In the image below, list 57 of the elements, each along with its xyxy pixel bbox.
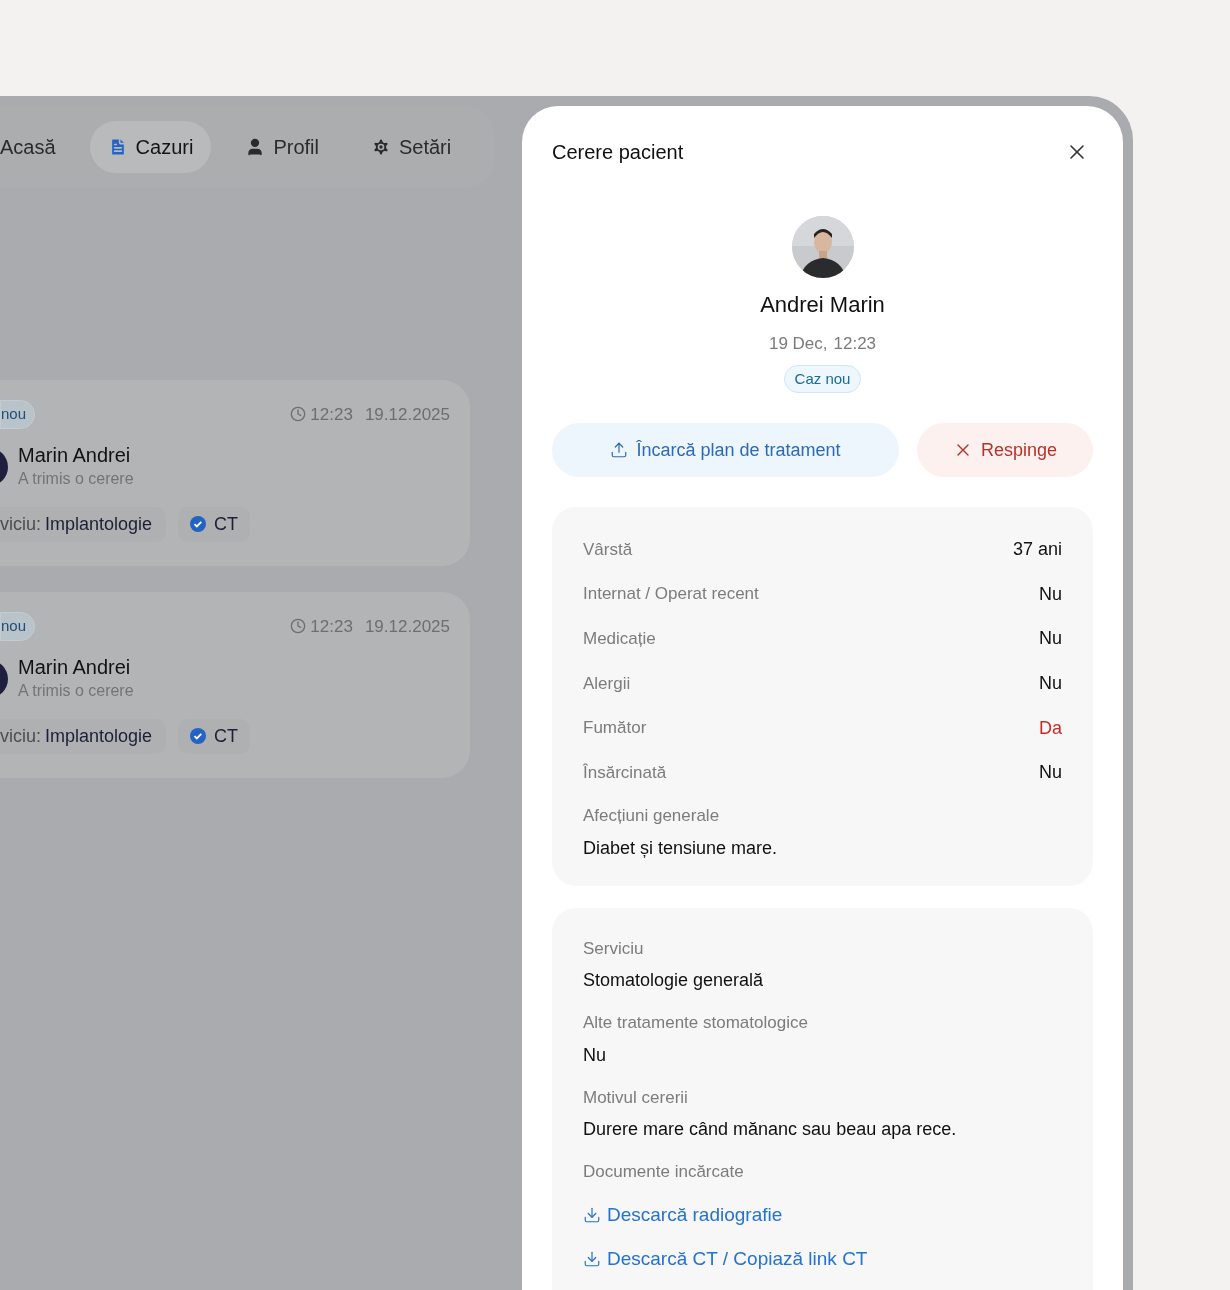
document-chip: CT — [178, 506, 251, 542]
check-circle-icon — [190, 728, 207, 744]
field-label: Alergii — [583, 672, 631, 695]
panel-title: Cerere pacient — [552, 140, 684, 165]
check-circle-icon — [190, 516, 207, 532]
nav-tab[interactable]: Acasă — [0, 121, 74, 173]
nav-tab[interactable]: Setări — [352, 121, 470, 173]
status-badge: Caz nou — [783, 364, 862, 393]
service-chip: viciu: Implantologie — [0, 506, 167, 542]
field-label: Internat / Operat recent — [583, 583, 759, 606]
field-label: Medicație — [583, 627, 656, 650]
field-value: Stomatologie generală — [583, 969, 765, 993]
status-badge: nou — [0, 612, 36, 641]
status-badge: nou — [0, 400, 36, 429]
request-time: 12:23 — [833, 333, 877, 355]
field-label: Motivul cererii — [583, 1086, 689, 1109]
download-link[interactable]: Descarcă radiografie — [583, 1200, 1062, 1230]
download-icon — [583, 1250, 601, 1269]
field-value: Nu — [1039, 671, 1062, 695]
download-link[interactable]: Descarcă CT / Copiază link CT — [583, 1245, 1062, 1274]
field-label: Fumător — [583, 717, 647, 740]
upload-icon — [610, 441, 629, 459]
nav-tab[interactable]: Cazuri — [89, 121, 212, 173]
case-time: 12:23 — [310, 615, 353, 638]
clock-icon — [290, 406, 307, 423]
case-date: 19.12.2025 — [364, 403, 450, 426]
request-date: 19 Dec, — [768, 333, 828, 355]
service-chip: viciu: Implantologie — [0, 718, 167, 754]
clock-icon — [290, 618, 307, 635]
field-label: Însărcinată — [583, 762, 667, 785]
field-value: Nu — [1039, 627, 1062, 651]
case-card[interactable]: nou 12:23 19.12.2025 Marin Andrei A trimis o cerere viciu: Implantologie CT — [0, 592, 470, 778]
case-subtitle: A trimis o cerere — [18, 680, 134, 701]
upload-plan-button[interactable]: Încarcă plan de tratament — [552, 423, 899, 477]
field-value: Nu — [1039, 582, 1062, 606]
field-label: Serviciu — [583, 937, 645, 960]
case-card[interactable]: nou 12:23 19.12.2025 Marin Andrei A trimis o cerere viciu: Implantologie CT — [0, 380, 470, 566]
field-value: Diabet și tensiune mare. — [583, 836, 779, 860]
case-time: 12:23 — [310, 403, 353, 426]
field-value: Nu — [1039, 761, 1062, 785]
nav-tab[interactable]: Profil — [227, 121, 337, 173]
field-value: 37 ani — [1012, 537, 1062, 561]
field-label: Afecțiuni generale — [583, 805, 721, 828]
field-value: Durere mare când mănanc sau beau apa rece. — [583, 1118, 958, 1142]
case-date: 19.12.2025 — [364, 615, 450, 638]
field-label: Documente incărcate — [583, 1161, 745, 1184]
patient-name: Andrei Marin — [760, 291, 885, 319]
field-value: Da — [1039, 716, 1062, 740]
case-subtitle: A trimis o cerere — [18, 468, 134, 489]
field-label: Alte tratamente stomatologice — [583, 1012, 809, 1035]
field-value: Nu — [583, 1043, 607, 1067]
patient-name: Marin Andrei — [18, 654, 132, 679]
document-chip: CT — [178, 718, 251, 754]
reject-button[interactable]: Respinge — [917, 423, 1093, 477]
field-label: Vârstă — [583, 538, 633, 561]
patient-name: Marin Andrei — [18, 442, 132, 467]
download-icon — [583, 1205, 601, 1224]
